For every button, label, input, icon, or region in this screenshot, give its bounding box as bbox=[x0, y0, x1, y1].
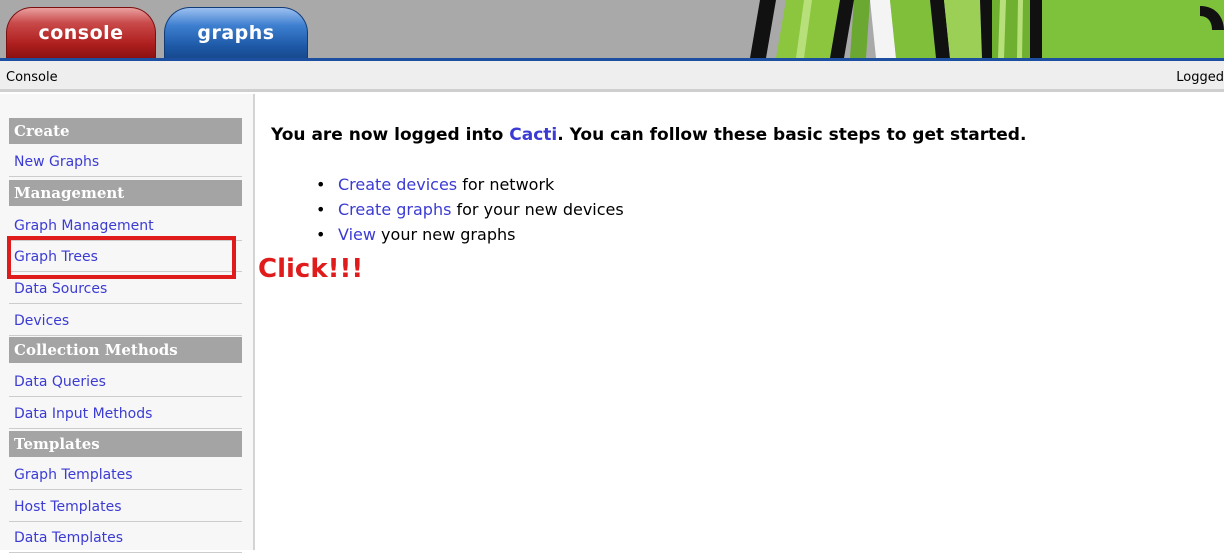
breadcrumb: Console bbox=[6, 70, 58, 85]
menu-header-templates: Templates bbox=[9, 431, 242, 457]
menu-item-devices[interactable]: Devices bbox=[9, 306, 242, 336]
menu-item-data-queries[interactable]: Data Queries bbox=[9, 367, 242, 397]
login-status: Logged bbox=[1176, 70, 1224, 85]
welcome-message: You are now logged into Cacti. You can f… bbox=[271, 125, 1026, 145]
menu-item-graph-templates[interactable]: Graph Templates bbox=[9, 460, 242, 490]
menu-item-new-graphs[interactable]: New Graphs bbox=[9, 147, 242, 177]
getting-started-steps: • Create devices for network • Create grap… bbox=[316, 174, 624, 249]
tab-console-label: console bbox=[38, 22, 124, 44]
step-text: for your new devices bbox=[451, 200, 624, 219]
step-item: • View your new graphs bbox=[316, 224, 624, 249]
menu-header-create: Create bbox=[9, 118, 242, 144]
menu-item-host-templates[interactable]: Host Templates bbox=[9, 492, 242, 522]
create-graphs-link[interactable]: Create graphs bbox=[338, 200, 451, 219]
step-item: • Create devices for network bbox=[316, 174, 624, 199]
welcome-prefix: You are now logged into bbox=[271, 125, 510, 145]
breadcrumb-bar: Console Logged bbox=[0, 61, 1224, 92]
menu-header-management: Management bbox=[9, 180, 242, 206]
click-highlight-box bbox=[7, 236, 236, 279]
step-item: • Create graphs for your new devices bbox=[316, 199, 624, 224]
cacti-link[interactable]: Cacti bbox=[509, 125, 557, 145]
tab-graphs[interactable]: graphs bbox=[164, 7, 308, 58]
step-text: your new graphs bbox=[375, 225, 516, 244]
view-link[interactable]: View bbox=[338, 225, 376, 244]
menu-header-collection-methods: Collection Methods bbox=[9, 337, 242, 363]
step-text: for network bbox=[457, 175, 555, 194]
top-tab-bar: console graphs bbox=[0, 0, 1224, 58]
welcome-suffix: . You can follow these basic steps to ge… bbox=[557, 125, 1027, 145]
bullet-icon: • bbox=[316, 200, 326, 219]
click-annotation: Click!!! bbox=[258, 254, 364, 284]
tab-graphs-label: graphs bbox=[197, 22, 275, 44]
bullet-icon: • bbox=[316, 175, 326, 194]
menu-item-data-templates[interactable]: Data Templates bbox=[9, 523, 242, 553]
cacti-logo-image bbox=[730, 0, 1224, 58]
create-devices-link[interactable]: Create devices bbox=[338, 175, 457, 194]
sidebar-menu: Create New Graphs Management Graph Manag… bbox=[0, 94, 255, 553]
tab-console[interactable]: console bbox=[6, 7, 156, 58]
bullet-icon: • bbox=[316, 225, 326, 244]
menu-item-data-input-methods[interactable]: Data Input Methods bbox=[9, 399, 242, 429]
